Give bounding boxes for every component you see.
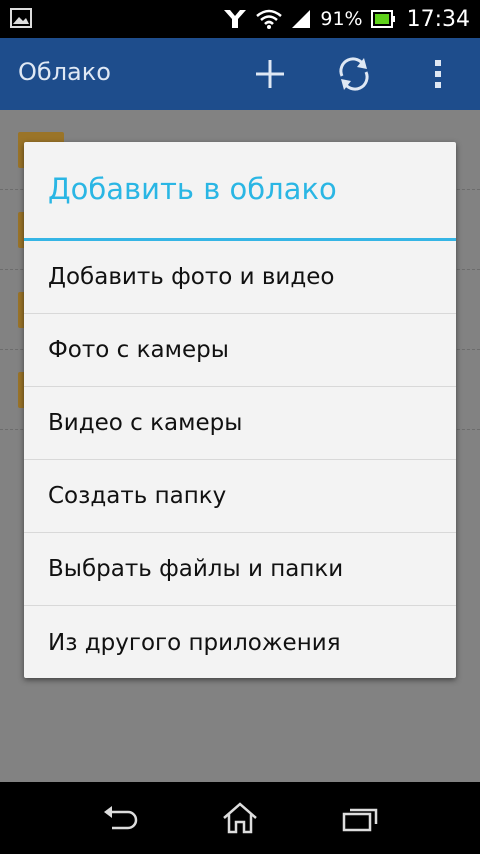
signal-icon [292, 10, 311, 28]
battery-charging-icon [370, 10, 395, 28]
page-title: Облако [18, 58, 111, 86]
menu-item-photo-from-camera[interactable]: Фото с камеры [24, 314, 456, 387]
app-bar: Облако [0, 38, 480, 110]
recent-apps-icon[interactable] [340, 800, 380, 836]
overflow-menu-icon[interactable] [418, 54, 458, 94]
gallery-icon [10, 8, 32, 28]
wifi-icon [256, 9, 283, 29]
menu-item-add-photo-video[interactable]: Добавить фото и видео [24, 241, 456, 314]
dialog-menu: Добавить фото и видео Фото с камеры Виде… [24, 241, 456, 679]
status-bar: 91% 17:34 [0, 0, 480, 38]
menu-item-create-folder[interactable]: Создать папку [24, 460, 456, 533]
battery-percentage: 91% [320, 8, 363, 30]
menu-item-video-from-camera[interactable]: Видео с камеры [24, 387, 456, 460]
add-icon[interactable] [250, 54, 290, 94]
usb-debug-icon [224, 10, 247, 28]
home-icon[interactable] [220, 800, 260, 836]
refresh-icon[interactable] [334, 54, 374, 94]
add-to-cloud-dialog: Добавить в облако Добавить фото и видео … [24, 142, 456, 678]
menu-item-from-other-app[interactable]: Из другого приложения [24, 606, 456, 679]
navigation-bar [0, 782, 480, 854]
back-icon[interactable] [100, 800, 140, 836]
clock: 17:34 [406, 6, 470, 32]
menu-item-select-files[interactable]: Выбрать файлы и папки [24, 533, 456, 606]
dialog-title: Добавить в облако [48, 172, 337, 206]
